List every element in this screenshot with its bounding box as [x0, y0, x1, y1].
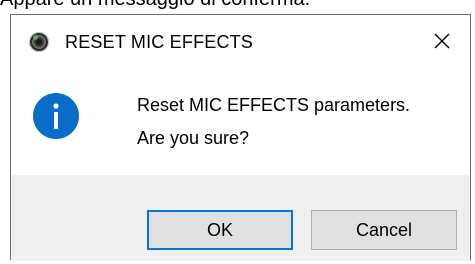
close-button[interactable] — [414, 15, 470, 67]
dialog-content: Reset MIC EFFECTS parameters. Are you su… — [11, 67, 470, 175]
close-icon — [434, 33, 450, 49]
dialog-message: Reset MIC EFFECTS parameters. Are you su… — [137, 89, 410, 155]
message-line-1: Reset MIC EFFECTS parameters. — [137, 95, 411, 115]
dialog-title: RESET MIC EFFECTS — [65, 32, 254, 52]
information-icon — [33, 93, 79, 139]
dialog-footer: OK Cancel — [11, 175, 470, 261]
dialog-titlebar[interactable]: RESET MIC EFFECTS — [11, 15, 470, 67]
cancel-button[interactable]: Cancel — [311, 210, 457, 250]
confirm-dialog: RESET MIC EFFECTS Reset MIC EFFECTS para… — [10, 14, 471, 261]
caption-text: Appare un messaggio di conferma. — [0, 0, 310, 12]
ok-button[interactable]: OK — [147, 210, 293, 250]
page: Appare un messaggio di conferma. RESET M… — [0, 0, 475, 264]
mic-effects-app-icon — [29, 32, 49, 52]
message-line-2: Are you sure? — [137, 128, 250, 148]
